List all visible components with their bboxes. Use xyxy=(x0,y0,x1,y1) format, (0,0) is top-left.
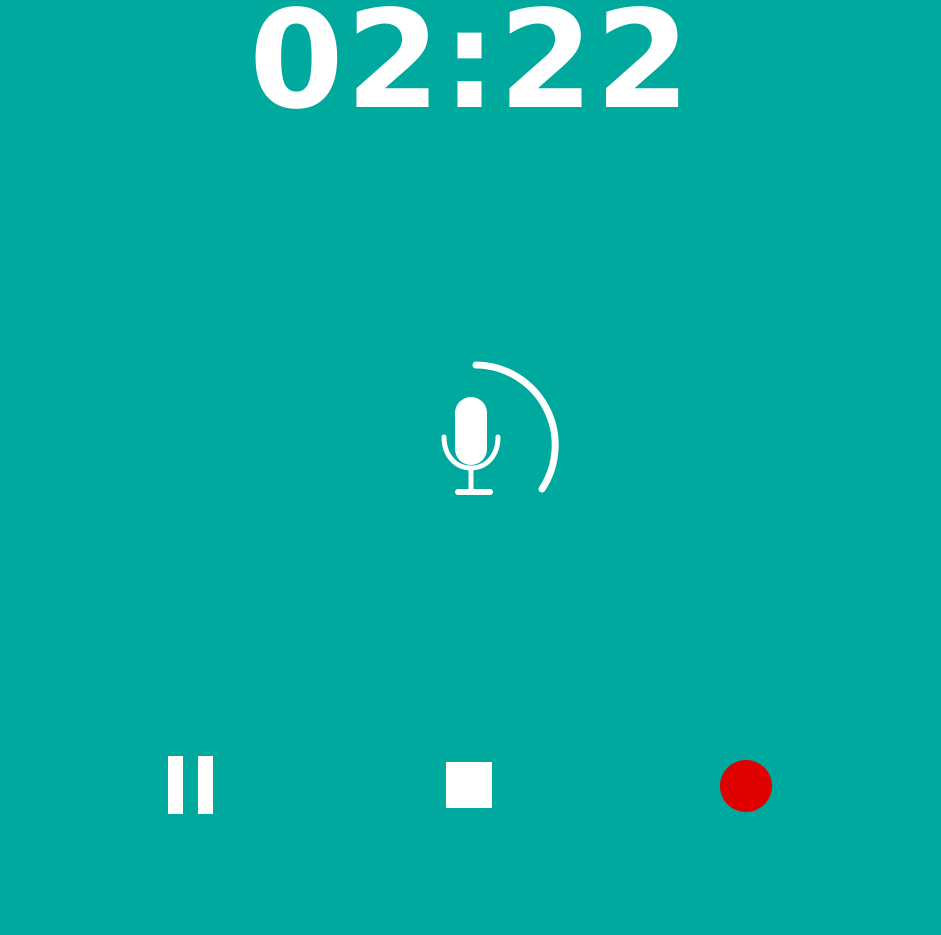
stop-icon xyxy=(446,762,492,808)
recording-status xyxy=(430,355,570,505)
pause-icon xyxy=(198,756,213,814)
pause-icon xyxy=(168,756,183,814)
stop-button[interactable] xyxy=(440,756,498,814)
record-icon xyxy=(720,760,772,812)
recording-status-graphic xyxy=(441,361,559,495)
level-arc-icon xyxy=(472,361,559,493)
elapsed-time: 02:22 xyxy=(249,0,692,140)
record-button[interactable] xyxy=(714,754,778,818)
pause-button[interactable] xyxy=(160,750,220,820)
microphone-icon xyxy=(441,397,501,495)
